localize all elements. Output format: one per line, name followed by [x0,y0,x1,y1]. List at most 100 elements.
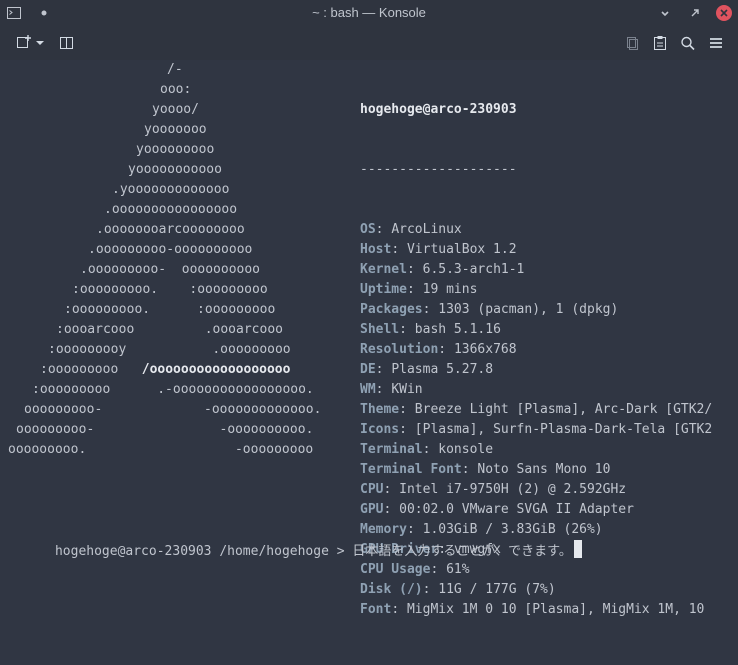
info-value: KWin [391,382,423,397]
info-value: 00:02.0 VMware SVGA II Adapter [399,502,634,517]
info-value: ArcoLinux [391,222,462,237]
konsole-window: ~ : bash — Konsole /- ooo: yoooo/ yooooo… [0,0,738,665]
info-value: 6.5.3-arch1-1 [422,262,525,277]
info-row: Resolution: 1366x768 [360,340,712,360]
logo-line: yooooooo [144,122,207,137]
info-row: Host: VirtualBox 1.2 [360,240,712,260]
typed-command[interactable]: 日本語を入力することが、できます。 [352,544,571,559]
info-colon: : [375,382,392,397]
info-key: GPU [360,502,384,517]
info-key: Shell [360,322,400,337]
info-colon: : [422,442,439,457]
info-colon: : [399,402,415,417]
info-colon: : [391,242,407,257]
info-row: WM: KWin [360,380,712,400]
info-row: Font: MigMix 1M 0 10 [Plasma], MigMix 1M… [360,600,712,620]
logo-line: yoooo/ [152,102,199,117]
info-value: MigMix 1M 0 10 [Plasma], MigMix 1M, 10 [406,602,705,617]
info-key: Packages [360,302,423,317]
info-row: Uptime: 19 mins [360,280,712,300]
info-key: Disk (/) [360,582,423,597]
info-colon: : [422,582,439,597]
info-colon: : [399,422,415,437]
info-colon: : [406,282,423,297]
logo-line: /- [167,62,183,77]
info-row: CPU: Intel i7-9750H (2) @ 2.592GHz [360,480,712,500]
logo-line: :oooarcooo .oooarcooo [56,322,283,337]
info-row: Terminal: konsole [360,440,712,460]
logo-line: :ooooooooo. :ooooooooo [72,282,268,297]
info-key: Icons [360,422,400,437]
info-row: Terminal Font: Noto Sans Mono 10 [360,460,712,480]
logo-line: .oooooooooooooooo [104,202,238,217]
copy-icon[interactable] [625,34,641,52]
info-value: Intel i7-9750H (2) @ 2.592GHz [399,482,627,497]
info-value: 19 mins [422,282,478,297]
info-row: DE: Plasma 5.27.8 [360,360,712,380]
logo-line: :ooooooooo /oooooooooooooooooo [40,362,291,377]
hamburger-menu-icon[interactable] [708,34,724,52]
logo-line: :ooooooooy .ooooooooo [48,342,291,357]
info-key: Terminal Font [360,462,462,477]
title-bar[interactable]: ~ : bash — Konsole [0,0,738,26]
info-row: Icons: [Plasma], Surfn-Plasma-Dark-Tela … [360,420,712,440]
info-value: VirtualBox 1.2 [406,242,517,257]
minimize-icon[interactable] [657,5,673,21]
info-key: Terminal [360,442,423,457]
logo-line: .ooooooooo- oooooooooo [80,262,261,277]
terminal-area[interactable]: /- ooo: yoooo/yooooooo yooooooooo yooooooooo… [0,60,738,665]
info-key: Theme [360,402,400,417]
info-value: konsole [438,442,494,457]
info-key: Resolution [360,342,439,357]
info-key: WM [360,382,376,397]
separator: -------------------- [360,162,517,177]
info-colon: : [383,482,400,497]
info-colon: : [461,462,478,477]
command-line[interactable]: hogehoge@arco-230903 /home/hogehoge > 日本… [8,520,582,582]
info-value: Noto Sans Mono 10 [477,462,611,477]
logo-line: yooooooooo [136,142,215,157]
prompt-text: hogehoge@arco-230903 /home/hogehoge > [54,544,353,559]
logo-line: ooo: [160,82,192,97]
info-colon: : [422,302,439,317]
maximize-icon[interactable] [687,5,703,21]
paste-icon[interactable] [652,34,668,52]
info-colon: : [375,222,392,237]
search-icon[interactable] [680,34,696,52]
info-row: GPU: 00:02.0 VMware SVGA II Adapter [360,500,712,520]
chevron-down-icon[interactable] [35,34,45,52]
info-value: Breeze Light [Plasma], Arc-Dark [GTK2/ [414,402,713,417]
logo-line: .oooooooarcoooooooo [96,222,245,237]
info-key: CPU [360,482,384,497]
info-colon: : [383,502,400,517]
info-row: Packages: 1303 (pacman), 1 (dpkg) [360,300,712,320]
info-colon: : [438,342,454,357]
info-key: Kernel [360,262,407,277]
info-key: Font [360,602,392,617]
info-colon: : [399,322,415,337]
info-value: 1366x768 [453,342,517,357]
info-value: Plasma 5.27.8 [391,362,494,377]
logo-line: yooooooooooo [128,162,222,177]
info-value: 11G / 177G (7%) [438,582,556,597]
logo-bold-segment: /oooooooooooooooooo [141,362,291,377]
info-key: OS [360,222,376,237]
logo-line: .yooooooooooooo [112,182,230,197]
split-view-icon[interactable] [59,34,75,52]
window-title: ~ : bash — Konsole [312,5,426,20]
close-icon[interactable] [715,4,732,21]
info-key: Uptime [360,282,407,297]
info-value: bash 5.1.16 [414,322,501,337]
logo-line: :ooooooooo .-ooooooooooooooooo. [32,382,314,397]
toolbar [0,26,738,60]
info-row: Disk (/): 11G / 177G (7%) [360,580,712,600]
info-colon: : [406,262,423,277]
new-tab-icon[interactable] [16,34,32,52]
info-colon: : [375,362,392,377]
info-row: OS: ArcoLinux [360,220,712,240]
logo-line: ooooooooo- -ooooooooooooo. [24,402,322,417]
logo-line: .ooooooooo-oooooooooo [88,242,253,257]
logo-line: ooooooooo. -ooooooooo [8,442,314,457]
logo-line: ooooooooo- -oooooooooo. [16,422,314,437]
logo-line: :ooooooooo. :ooooooooo [64,302,276,317]
